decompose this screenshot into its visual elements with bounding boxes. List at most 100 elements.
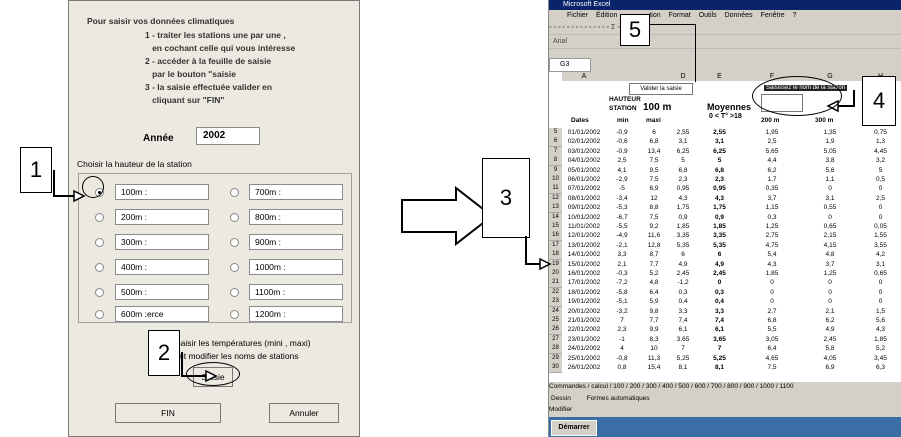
table-cell[interactable]: 3,8 [801, 156, 859, 165]
table-cell[interactable]: 1,15 [743, 203, 801, 212]
table-cell[interactable]: 0 [859, 184, 901, 193]
table-cell[interactable]: -5,1 [606, 297, 638, 306]
table-cell[interactable]: -2,1 [606, 241, 638, 250]
table-cell[interactable]: 0 [801, 297, 859, 306]
table-cell[interactable]: 0,95 [696, 184, 743, 193]
table-cell[interactable]: 4,65 [743, 354, 801, 363]
table-cell[interactable]: 0,65 [859, 269, 901, 278]
table-cell[interactable]: 2,45 [696, 269, 743, 278]
table-cell[interactable]: -3,2 [606, 307, 638, 316]
table-cell[interactable]: 3,7 [743, 194, 801, 203]
table-cell[interactable]: 0 [743, 278, 801, 287]
table-cell[interactable]: 3,65 [696, 335, 743, 344]
table-cell[interactable]: 2,3 [696, 175, 743, 184]
table-cell[interactable]: 4,3 [670, 194, 696, 203]
table-cell[interactable]: 1,55 [859, 231, 901, 240]
table-cell[interactable]: -3,4 [606, 194, 638, 203]
drawing-toolbar[interactable]: Dessin Formes automatiques [549, 393, 901, 404]
name-box[interactable]: G3 [549, 58, 591, 72]
autoshapes-menu[interactable]: Formes automatiques [587, 395, 650, 402]
station-field-200m[interactable]: 200m : [115, 209, 209, 225]
table-cell[interactable]: 5 [670, 156, 696, 165]
table-cell[interactable]: 1,3 [859, 137, 901, 146]
table-cell[interactable]: 3,45 [859, 354, 901, 363]
table-cell[interactable]: 2,45 [801, 335, 859, 344]
table-cell[interactable]: 0,05 [859, 222, 901, 231]
table-cell[interactable]: -6,7 [606, 213, 638, 222]
table-cell[interactable]: 9,5 [638, 166, 670, 175]
table-cell[interactable]: 08/01/2002 [562, 194, 606, 203]
table-cell[interactable]: 11,6 [638, 231, 670, 240]
table-cell[interactable]: 5,8 [801, 344, 859, 353]
table-cell[interactable]: 1,7 [743, 175, 801, 184]
table-cell[interactable]: 6,4 [638, 288, 670, 297]
spreadsheet-grid[interactable]: A D E F G H Valider la saisie Saisissez … [549, 72, 901, 382]
table-cell[interactable]: 7,5 [743, 363, 801, 372]
table-cell[interactable]: 3,3 [606, 250, 638, 259]
table-cell[interactable]: 23/01/2002 [562, 335, 606, 344]
table-cell[interactable]: 6,25 [670, 147, 696, 156]
table-cell[interactable]: 12 [638, 194, 670, 203]
table-cell[interactable]: 0,3 [670, 288, 696, 297]
table-cell[interactable]: 10/01/2002 [562, 213, 606, 222]
table-cell[interactable]: 4,3 [743, 260, 801, 269]
table-cell[interactable]: 1,85 [859, 335, 901, 344]
table-cell[interactable]: 6,2 [743, 166, 801, 175]
table-cell[interactable]: 0,55 [801, 203, 859, 212]
table-cell[interactable]: 6 [696, 250, 743, 259]
table-cell[interactable]: 02/01/2002 [562, 137, 606, 146]
table-cell[interactable]: 4 [606, 344, 638, 353]
table-cell[interactable]: 26/01/2002 [562, 363, 606, 372]
table-cell[interactable]: 2,55 [670, 128, 696, 137]
station-field-300m[interactable]: 300m : [115, 234, 209, 250]
table-cell[interactable]: 19/01/2002 [562, 297, 606, 306]
table-cell[interactable]: 3,1 [801, 194, 859, 203]
table-cell[interactable]: 2,5 [606, 156, 638, 165]
table-cell[interactable]: 12/01/2002 [562, 231, 606, 240]
table-cell[interactable]: 1,9 [801, 137, 859, 146]
format-toolbar[interactable]: Arial [549, 36, 901, 49]
table-cell[interactable]: 5,25 [696, 354, 743, 363]
table-cell[interactable]: 9,8 [638, 307, 670, 316]
table-cell[interactable]: -0,6 [606, 137, 638, 146]
font-selector[interactable]: Arial [549, 38, 567, 45]
table-cell[interactable]: 0 [801, 184, 859, 193]
table-cell[interactable]: 8,7 [638, 250, 670, 259]
table-cell[interactable]: 2,45 [670, 269, 696, 278]
table-cell[interactable]: 6,1 [670, 325, 696, 334]
table-cell[interactable]: 2,75 [743, 231, 801, 240]
station-field-400m[interactable]: 400m : [115, 259, 209, 275]
table-cell[interactable]: 0 [859, 213, 901, 222]
table-cell[interactable]: 25/01/2002 [562, 354, 606, 363]
menu-fichier[interactable]: Fichier [567, 12, 588, 19]
table-cell[interactable]: 5 [696, 156, 743, 165]
table-cell[interactable]: 2,15 [801, 231, 859, 240]
table-cell[interactable]: 2,5 [743, 137, 801, 146]
table-cell[interactable]: 7,5 [638, 175, 670, 184]
table-cell[interactable]: 15/01/2002 [562, 260, 606, 269]
table-cell[interactable]: 9,2 [638, 222, 670, 231]
table-cell[interactable]: 3,3 [696, 307, 743, 316]
radio-500m[interactable] [95, 288, 104, 297]
table-cell[interactable]: 12,8 [638, 241, 670, 250]
table-cell[interactable]: 2,1 [801, 307, 859, 316]
table-cell[interactable]: 6 [670, 250, 696, 259]
start-button[interactable]: Démarrer [551, 420, 597, 436]
table-cell[interactable]: 11,3 [638, 354, 670, 363]
menu-outils[interactable]: Outils [699, 12, 717, 19]
station-field-900m[interactable]: 900m : [249, 234, 343, 250]
table-cell[interactable]: 5,6 [859, 316, 901, 325]
table-cell[interactable]: 3,05 [743, 335, 801, 344]
menu-insertion[interactable]: tion [649, 12, 660, 19]
menu-fenetre[interactable]: Fenêtre [761, 12, 785, 19]
table-cell[interactable]: -7,2 [606, 278, 638, 287]
table-cell[interactable]: 5,35 [670, 241, 696, 250]
table-cell[interactable]: 07/01/2002 [562, 184, 606, 193]
cancel-button[interactable]: Annuler [269, 403, 339, 423]
table-cell[interactable]: -1 [606, 335, 638, 344]
table-cell[interactable]: 7,7 [638, 316, 670, 325]
table-cell[interactable]: 6 [638, 128, 670, 137]
table-cell[interactable]: 7 [696, 344, 743, 353]
radio-900m[interactable] [230, 238, 239, 247]
table-cell[interactable]: 0,75 [859, 128, 901, 137]
